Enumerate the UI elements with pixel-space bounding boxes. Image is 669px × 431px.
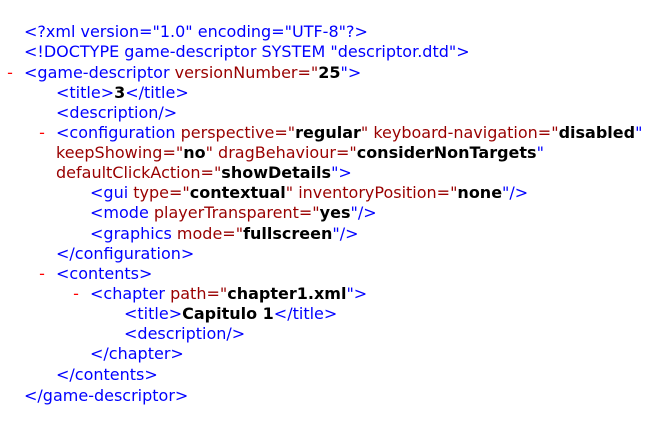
attr-defaultClickAction: defaultClickAction=" (56, 163, 222, 182)
title-line: <title>3</title> (0, 83, 669, 103)
gui-tag: <gui (90, 183, 129, 202)
attr-keepShowing: keepShowing=" (56, 143, 184, 162)
chapter-title-open-tag: <title> (124, 304, 183, 323)
gui-line: <gui type="contextual" inventoryPosition… (0, 183, 669, 203)
contents-close-tag: </contents> (56, 365, 158, 384)
mode-tag: <mode (90, 203, 149, 222)
collapse-toggle-contents[interactable]: - (36, 264, 48, 284)
value-path: chapter1.xml (227, 284, 347, 303)
chapter-close-tag: </chapter> (90, 344, 184, 363)
configuration-tag: <configuration (56, 123, 176, 142)
title-close-tag: </title> (125, 83, 189, 102)
graphics-tag: <graphics (90, 224, 172, 243)
value-mode: fullscreen (243, 224, 333, 243)
value-keyboard-navigation: disabled (558, 123, 636, 142)
collapse-toggle-chapter[interactable]: - (70, 284, 82, 304)
doctype-line: <!DOCTYPE game-descriptor SYSTEM "descri… (0, 42, 669, 62)
description-line: <description/> (0, 103, 669, 123)
xml-declaration-line: <?xml version="1.0" encoding="UTF-8"?> (0, 22, 669, 42)
attr-dragBehaviour: " dragBehaviour=" (205, 143, 357, 162)
contents-open-line: - <contents> (0, 264, 669, 284)
tag-self-close: "/> (332, 224, 359, 243)
xml-declaration: <?xml version="1.0" encoding="UTF-8"?> (24, 22, 368, 41)
tag-close: "> (331, 163, 352, 182)
game-descriptor-open-line: - <game-descriptor versionNumber="25"> (0, 63, 669, 83)
configuration-close-tag: </configuration> (56, 244, 195, 263)
attr-type: type=" (128, 183, 190, 202)
tag-close: "> (340, 63, 362, 82)
value-perspective: regular (295, 123, 361, 142)
chapter-title-value: Capitulo 1 (182, 304, 274, 323)
configuration-cont2-line: defaultClickAction="showDetails"> (0, 163, 669, 183)
value-dragBehaviour: considerNonTargets (356, 143, 537, 162)
chapter-close-line: </chapter> (0, 344, 669, 364)
configuration-cont1-line: keepShowing="no" dragBehaviour="consider… (0, 143, 669, 163)
attr-mode: mode=" (171, 224, 244, 243)
value-type: contextual (189, 183, 286, 202)
tag-self-close: "/> (350, 203, 377, 222)
value-defaultClickAction: showDetails (221, 163, 332, 182)
quote: " (635, 123, 643, 142)
doctype-declaration: <!DOCTYPE game-descriptor SYSTEM "descri… (24, 42, 470, 61)
tag-self-close: "/> (502, 183, 529, 202)
configuration-open-line: - <configuration perspective="regular" k… (0, 123, 669, 143)
title-open-tag: <title> (56, 83, 115, 102)
chapter-title-line: <title>Capitulo 1</title> (0, 304, 669, 324)
value-versionNumber: 25 (318, 63, 341, 82)
mode-line: <mode playerTransparent="yes"/> (0, 203, 669, 223)
description-tag: <description/> (56, 103, 178, 122)
value-playerTransparent: yes (319, 203, 351, 222)
collapse-toggle-configuration[interactable]: - (36, 123, 48, 143)
xml-viewer: <?xml version="1.0" encoding="UTF-8"?> <… (0, 0, 669, 431)
contents-close-line: </contents> (0, 365, 669, 385)
attr-keyboard-navigation: " keyboard-navigation=" (360, 123, 559, 142)
game-descriptor-close-tag: </game-descriptor> (24, 386, 189, 405)
contents-open-tag: <contents> (56, 264, 153, 283)
value-keepShowing: no (183, 143, 206, 162)
value-inventoryPosition: none (457, 183, 503, 202)
chapter-title-close-tag: </title> (273, 304, 338, 323)
quote: " (536, 143, 544, 162)
chapter-tag: <chapter (90, 284, 165, 303)
attr-perspective: perspective=" (175, 123, 296, 142)
tag-close: "> (346, 284, 368, 303)
collapse-toggle-game-descriptor[interactable]: - (4, 63, 16, 83)
game-descriptor-tag: <game-descriptor (24, 63, 170, 82)
chapter-description-line: <description/> (0, 324, 669, 344)
attr-path: path=" (165, 284, 228, 303)
attr-playerTransparent: playerTransparent=" (148, 203, 320, 222)
title-value: 3 (114, 83, 126, 102)
chapter-open-line: - <chapter path="chapter1.xml"> (0, 284, 669, 304)
attr-inventoryPosition: " inventoryPosition=" (285, 183, 458, 202)
graphics-line: <graphics mode="fullscreen"/> (0, 224, 669, 244)
configuration-close-line: </configuration> (0, 244, 669, 264)
chapter-description-tag: <description/> (124, 324, 246, 343)
attr-versionNumber: versionNumber=" (169, 63, 319, 82)
game-descriptor-close-line: </game-descriptor> (0, 386, 669, 406)
